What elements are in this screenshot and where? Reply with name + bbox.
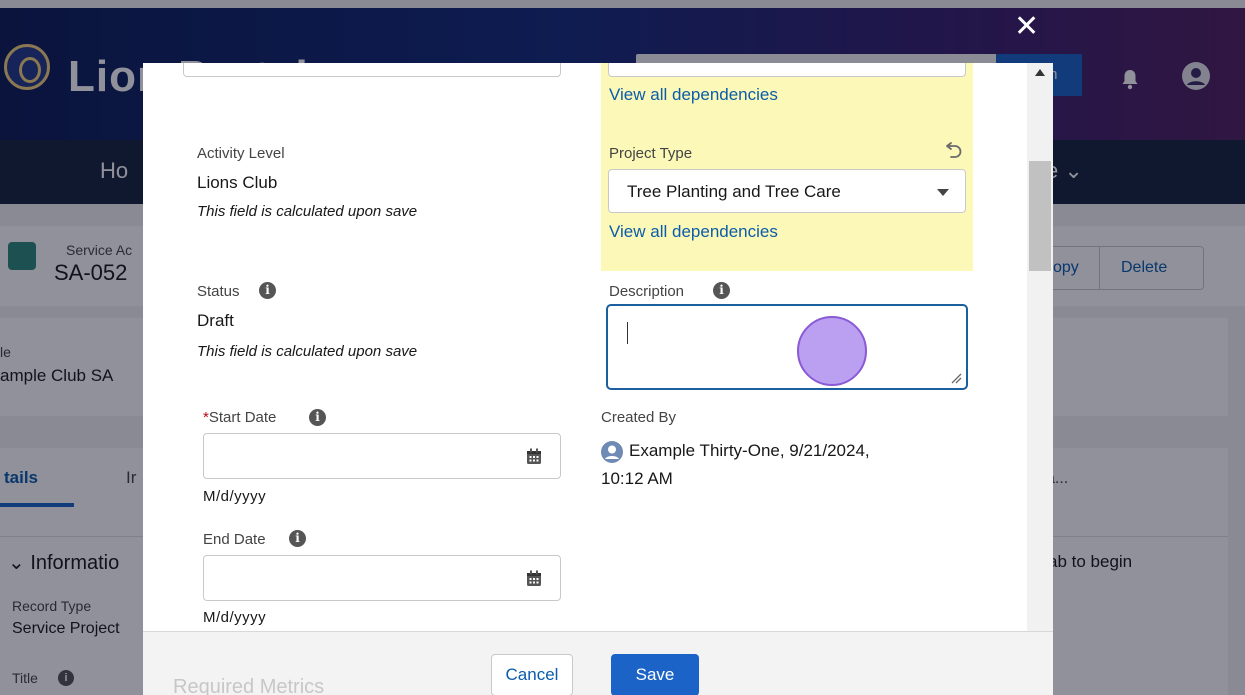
project-type-select[interactable]: Tree Planting and Tree Care <box>608 169 966 213</box>
project-type-label: Project Type <box>609 145 693 162</box>
status-label: Status <box>197 283 240 300</box>
info-icon[interactable]: i <box>289 530 306 547</box>
calendar-icon[interactable] <box>526 570 542 587</box>
undo-icon[interactable] <box>943 139 965 159</box>
edit-modal: View all dependencies Activity Level Lio… <box>143 63 1053 695</box>
cancel-button[interactable]: Cancel <box>491 654 573 695</box>
project-type-selected-value: Tree Planting and Tree Care <box>627 182 841 201</box>
description-label: Description <box>609 283 685 300</box>
user-avatar-icon <box>601 441 623 463</box>
start-date-label: *Start Date <box>203 409 276 426</box>
status-value: Draft <box>197 311 234 330</box>
modal-footer: Required Metrics Cancel Save <box>143 631 1053 695</box>
created-by-timestamp: 10:12 AM <box>601 469 673 488</box>
resize-handle-icon[interactable] <box>950 372 962 384</box>
text-caret <box>627 322 628 344</box>
end-date-input[interactable] <box>203 555 561 601</box>
view-all-dependencies-link[interactable]: View all dependencies <box>609 222 778 242</box>
status-hint: This field is calculated upon save <box>197 343 418 360</box>
info-icon[interactable]: i <box>259 282 276 299</box>
modal-body: View all dependencies Activity Level Lio… <box>143 63 1027 631</box>
info-icon[interactable]: i <box>713 282 730 299</box>
previous-field-input[interactable] <box>183 63 561 77</box>
scroll-up-icon[interactable] <box>1035 69 1045 76</box>
info-icon[interactable]: i <box>309 409 326 426</box>
start-date-format-hint: M/d/yyyy <box>203 488 267 505</box>
activity-level-hint: This field is calculated upon save <box>197 203 418 220</box>
description-textarea[interactable] <box>606 304 968 390</box>
calendar-icon[interactable] <box>526 448 542 465</box>
end-date-label: End Date <box>203 531 266 548</box>
caret-down-icon <box>937 189 949 196</box>
activity-level-value: Lions Club <box>197 173 278 192</box>
view-all-dependencies-link-top[interactable]: View all dependencies <box>609 85 778 105</box>
click-indicator <box>797 316 867 386</box>
created-by-label: Created By <box>601 409 677 426</box>
required-metrics-section-peek: Required Metrics <box>173 676 325 695</box>
scroll-thumb[interactable] <box>1029 161 1051 271</box>
start-date-label-text: Start Date <box>208 409 277 426</box>
end-date-format-hint: M/d/yyyy <box>203 609 267 626</box>
close-icon[interactable]: ✕ <box>1014 12 1039 42</box>
created-by-value[interactable]: Example Thirty-One, 9/21/2024, <box>629 441 870 461</box>
start-date-input[interactable] <box>203 433 561 479</box>
modal-scrollbar[interactable] <box>1027 63 1053 631</box>
previous-picklist-input[interactable] <box>608 63 966 77</box>
activity-level-label: Activity Level <box>197 145 285 162</box>
save-button[interactable]: Save <box>611 654 699 695</box>
